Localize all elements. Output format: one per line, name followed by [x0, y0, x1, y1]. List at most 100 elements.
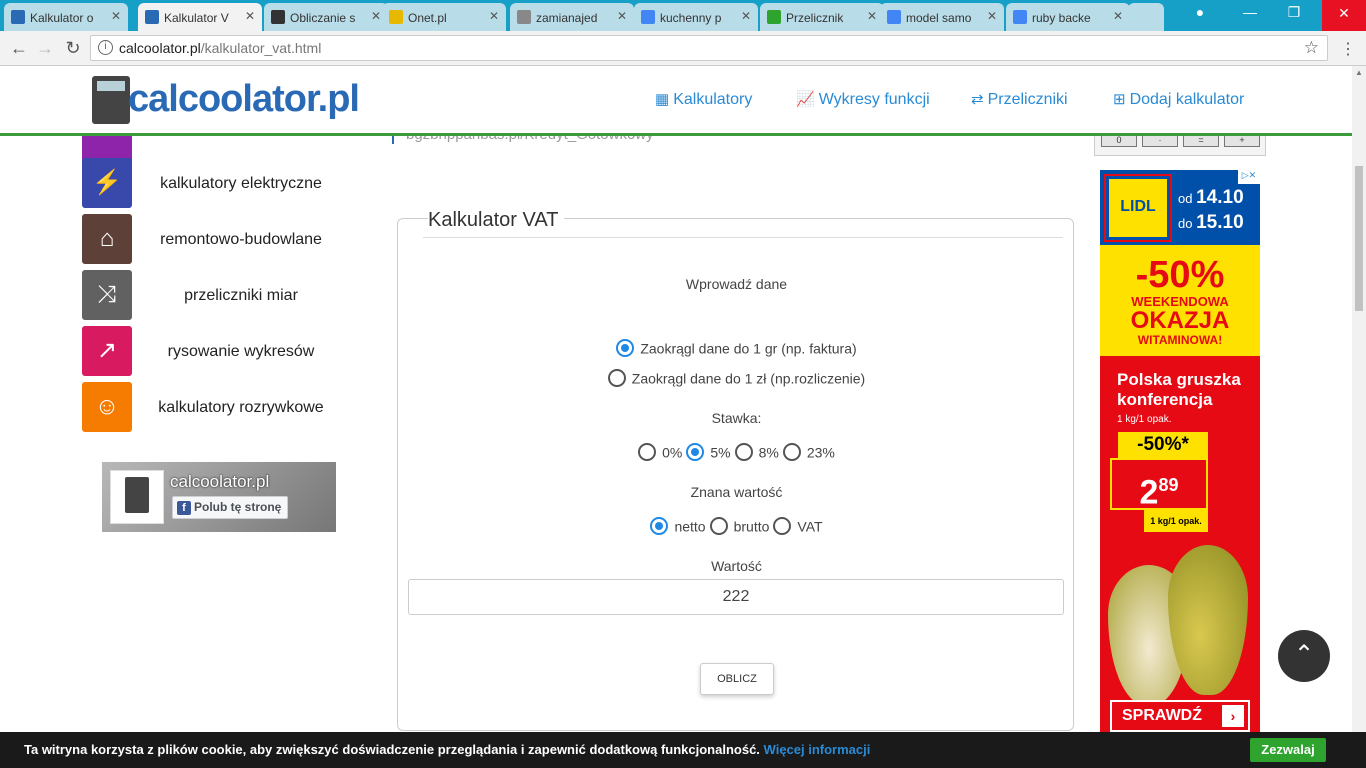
sidebar-item[interactable]: ⤨ przeliczniki miar — [82, 270, 362, 320]
close-tab-icon[interactable]: ✕ — [617, 9, 627, 23]
known-value-option[interactable]: VAT — [773, 517, 823, 536]
page: calcoolator.pl ▦ Kalkulatory 📈 Wykresy fun… — [0, 66, 1352, 768]
rate-radio[interactable] — [686, 443, 705, 462]
close-tab-icon[interactable]: ✕ — [1113, 9, 1123, 23]
browser-tab[interactable]: Obliczanie s ✕ — [264, 3, 388, 31]
browser-tab[interactable]: zamianajed ✕ — [510, 3, 634, 31]
table-icon: ▦ — [655, 91, 670, 108]
favicon-icon — [11, 10, 25, 24]
trend-icon: ↗ — [82, 326, 132, 376]
favicon-icon — [1013, 10, 1027, 24]
new-tab-button[interactable] — [1128, 3, 1164, 31]
rate-option[interactable]: 0% — [638, 443, 683, 462]
fb-page-avatar — [110, 470, 164, 524]
url-field[interactable]: i calcoolator.pl/kalkulator_vat.html ☆ — [90, 35, 1328, 61]
rate-option[interactable]: 5% — [686, 443, 731, 462]
fb-page-name[interactable]: calcoolator.pl — [170, 472, 269, 492]
cookie-message: Ta witryna korzysta z plików cookie, aby… — [24, 742, 870, 757]
browser-tab[interactable]: Przelicznik ✕ — [760, 3, 884, 31]
known-value-option[interactable]: brutto — [709, 517, 769, 536]
sidebar-item[interactable]: ⚡ kalkulatory elektryczne — [82, 158, 362, 208]
nav-label: Przeliczniki — [987, 91, 1068, 108]
known-value-label: Znana wartość — [690, 484, 783, 500]
tab-label: Onet.pl — [408, 11, 447, 25]
sidebar-item[interactable]: ⌂ remontowo-budowlane — [82, 214, 362, 264]
ad-product-name: Polska gruszka konferencja — [1117, 370, 1241, 409]
sidebar-item-label: remontowo-budowlane — [160, 231, 322, 248]
known-value-option[interactable]: netto — [650, 517, 706, 536]
adchoices-icon[interactable]: ▷✕ — [1238, 170, 1260, 184]
ad-dates: od 14.10 do 15.10 — [1178, 186, 1244, 236]
back-icon[interactable]: ← — [8, 38, 30, 59]
page-scrollbar[interactable]: ▲ — [1352, 66, 1366, 768]
scroll-to-top-button[interactable]: ⌃ — [1278, 630, 1330, 682]
site-logo[interactable]: calcoolator.pl — [92, 76, 360, 126]
browser-tab[interactable]: Kalkulator V ✕ — [138, 3, 262, 31]
url-path: /kalkulator_vat.html — [200, 40, 322, 56]
close-tab-icon[interactable]: ✕ — [111, 9, 121, 23]
nav-kalkulatory[interactable]: ▦ Kalkulatory — [655, 90, 752, 109]
known-value-radio[interactable] — [709, 517, 728, 536]
browser-menu-icon[interactable]: ⋮ — [1340, 39, 1356, 59]
ad-cta-button[interactable]: SPRAWDŹ › — [1110, 700, 1250, 732]
rate-option[interactable]: 8% — [734, 443, 779, 462]
cookie-accept-button[interactable]: Zezwalaj — [1250, 738, 1326, 762]
close-tab-icon[interactable]: ✕ — [867, 9, 877, 23]
sidebar-item-label: rysowanie wykresów — [167, 343, 315, 360]
nav-dodaj[interactable]: ⊞ Dodaj kalkulator — [1113, 90, 1244, 109]
chart-icon: 📈 — [796, 91, 815, 108]
scroll-up-icon[interactable]: ▲ — [1355, 68, 1363, 77]
tab-label: model samo — [906, 11, 972, 25]
scroll-thumb[interactable] — [1355, 166, 1363, 311]
close-tab-icon[interactable]: ✕ — [371, 9, 381, 23]
calculator-title: Kalkulator VAT — [428, 209, 565, 232]
browser-tab[interactable]: Kalkulator o ✕ — [4, 3, 128, 31]
ad-discount: -50%* — [1118, 432, 1208, 458]
cookie-more-link[interactable]: Więcej informacji — [764, 742, 871, 757]
sidebar-item[interactable]: ☺ kalkulatory rozrywkowe — [82, 382, 362, 432]
rounding-radio-1[interactable] — [616, 339, 635, 358]
restore-button[interactable]: ❐ — [1274, 4, 1314, 21]
nav-wykresy[interactable]: 📈 Wykresy funkcji — [796, 90, 930, 109]
rounding-radio-2[interactable] — [607, 369, 626, 388]
cookie-text: Ta witryna korzysta z plików cookie, aby… — [24, 742, 760, 757]
reload-icon[interactable]: ↻ — [62, 38, 84, 59]
rate-options: 0% 5% 8% 23% — [398, 443, 1075, 462]
bookmark-star-icon[interactable]: ☆ — [1304, 38, 1319, 58]
browser-tab[interactable]: Onet.pl ✕ — [382, 3, 506, 31]
profile-icon[interactable]: ● — [1180, 4, 1220, 20]
browser-tab[interactable]: ruby backe ✕ — [1006, 3, 1130, 31]
browser-tab[interactable]: kuchenny p ✕ — [634, 3, 758, 31]
lidl-advertisement[interactable]: LIDL od 14.10 do 15.10 ▷✕ -50% WEEKENDOW… — [1100, 170, 1260, 768]
info-icon[interactable]: i — [98, 40, 113, 55]
rounding-option-2[interactable]: Zaokrągl dane do 1 zł (np.rozliczenie) — [398, 369, 1075, 388]
close-tab-icon[interactable]: ✕ — [987, 9, 997, 23]
rounding-option-1[interactable]: Zaokrągl dane do 1 gr (np. faktura) — [398, 339, 1075, 358]
known-value-label: VAT — [797, 518, 823, 535]
close-tab-icon[interactable]: ✕ — [245, 9, 255, 23]
nav-przeliczniki[interactable]: ⇄ Przeliczniki — [971, 90, 1068, 109]
fb-like-button[interactable]: f Polub tę stronę — [172, 496, 289, 519]
rate-option[interactable]: 23% — [782, 443, 835, 462]
favicon-icon — [887, 10, 901, 24]
known-value-radio[interactable] — [773, 517, 792, 536]
rate-radio[interactable] — [782, 443, 801, 462]
fb-like-label: Polub tę stronę — [194, 500, 282, 514]
minimize-button[interactable]: — — [1230, 4, 1270, 20]
oblicz-button[interactable]: OBLICZ — [700, 663, 774, 695]
rate-radio[interactable] — [638, 443, 657, 462]
price-cents: 89 — [1158, 475, 1179, 495]
facebook-page-widget[interactable]: calcoolator.pl f Polub tę stronę — [102, 462, 336, 532]
sidebar-item[interactable]: ↗ rysowanie wykresów — [82, 326, 362, 376]
close-tab-icon[interactable]: ✕ — [741, 9, 751, 23]
rate-label: 0% — [662, 444, 683, 461]
browser-tab[interactable]: model samo ✕ — [880, 3, 1004, 31]
close-window-button[interactable]: ✕ — [1322, 0, 1366, 31]
close-tab-icon[interactable]: ✕ — [489, 9, 499, 23]
rate-radio[interactable] — [734, 443, 753, 462]
value-input[interactable] — [408, 579, 1064, 615]
title-divider — [423, 237, 1063, 238]
known-value-radio[interactable] — [650, 517, 669, 536]
sidebar-item-label: kalkulatory elektryczne — [160, 175, 322, 192]
forward-icon[interactable]: → — [34, 38, 56, 59]
